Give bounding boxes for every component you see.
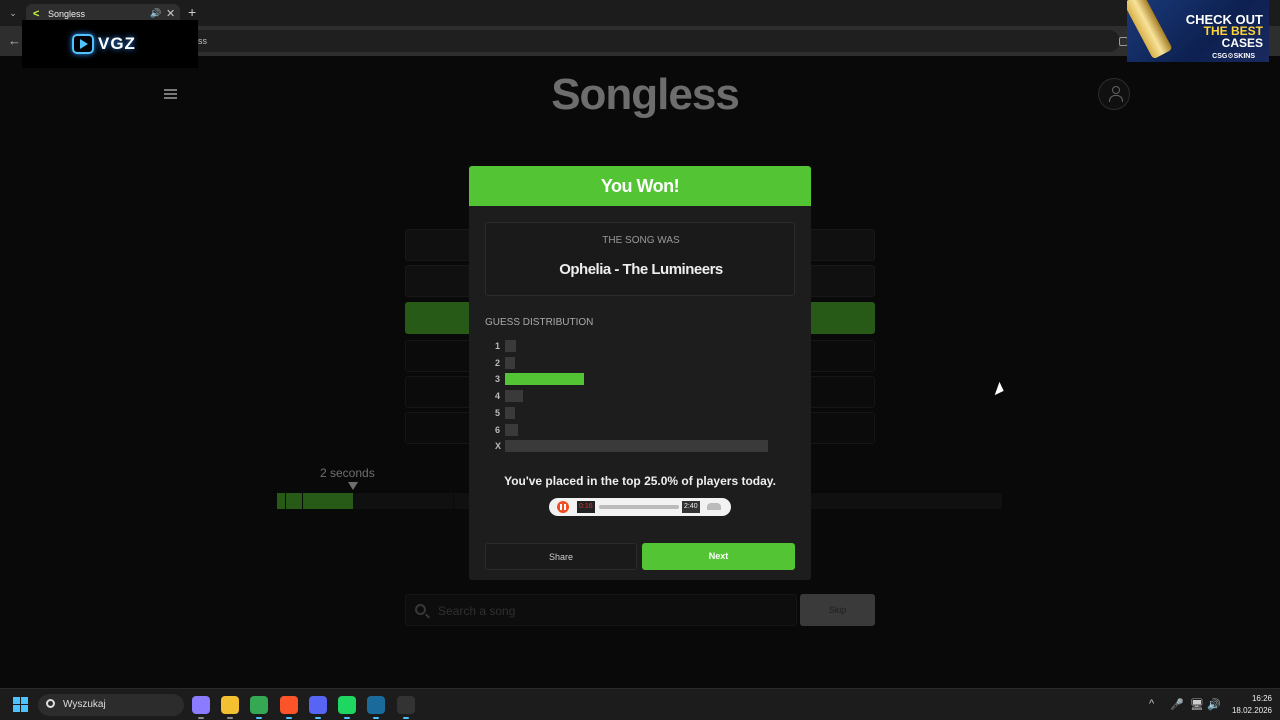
windows-taskbar: Wyszukaj ^ 🎤 🖥 🔊 16:26 18.02.2026 [0, 688, 1280, 720]
tab-title: Songless [48, 9, 86, 19]
rank-text: You've placed in the top 25.0% of player… [504, 474, 776, 488]
distribution-row-label: 6 [495, 424, 501, 435]
windows-start-icon[interactable] [13, 697, 29, 713]
distribution-row-label: 5 [495, 407, 501, 418]
songless-favicon-icon: < [33, 8, 40, 20]
player-current-time: 0:16 [577, 501, 595, 513]
distribution-row: 5 [485, 406, 785, 419]
ad-brand: CSG⚙SKINS [1212, 53, 1255, 60]
microphone-icon[interactable]: 🎤 [1170, 698, 1184, 711]
brave-icon[interactable] [280, 696, 298, 719]
ad-line-3: CASES [1221, 36, 1263, 50]
discord-icon[interactable] [309, 696, 327, 719]
distribution-label: GUESS DISTRIBUTION [485, 317, 594, 328]
screen: ⌄ < Songless 🔊 ✕ + ← ss Songless 2 secon… [0, 0, 1280, 720]
app-running-indicator [286, 717, 292, 719]
player-waveform[interactable] [599, 505, 679, 509]
distribution-bar [505, 356, 515, 369]
back-arrow-icon[interactable]: ← [8, 33, 21, 48]
distribution-row-label: 1 [495, 341, 501, 351]
app-running-indicator [403, 717, 409, 719]
vgz-logo: VGZ [72, 32, 138, 56]
tray-overflow-icon[interactable]: ^ [1149, 698, 1154, 710]
app-running-indicator [198, 717, 204, 719]
distribution-bar [505, 390, 524, 403]
vgz-overlay: VGZ [22, 20, 198, 68]
knife-icon [1127, 0, 1173, 60]
app-running-indicator [315, 717, 321, 719]
distribution-bar [505, 406, 515, 419]
search-icon [46, 699, 55, 708]
distribution-row-label: 2 [495, 357, 501, 368]
copilot-icon[interactable] [192, 696, 210, 719]
address-bar[interactable]: ss [170, 30, 1120, 52]
player-duration: 2:40 [682, 501, 700, 513]
result-modal: You Won! THE SONG WAS Ophelia - The Lumi… [469, 166, 811, 580]
distribution-row: 6 [485, 423, 785, 436]
steam-icon[interactable] [367, 696, 385, 719]
distribution-bar [505, 440, 768, 453]
volume-icon[interactable]: 🔊 [1207, 698, 1221, 711]
song-card: THE SONG WAS Ophelia - The Lumineers [485, 222, 795, 296]
new-tab-button[interactable]: + [188, 4, 196, 20]
app-running-indicator [256, 717, 262, 719]
distribution-row-label: 3 [495, 374, 501, 385]
distribution-row: 2 [485, 356, 785, 369]
soundcloud-logo-icon[interactable] [707, 503, 721, 510]
songless-page: Songless 2 seconds Skip You Won! THE SON… [0, 56, 1280, 688]
spotify-icon[interactable] [338, 696, 356, 719]
app-running-indicator [227, 717, 233, 719]
pause-icon[interactable] [557, 501, 569, 513]
distribution-row-label: 4 [495, 391, 501, 402]
distribution-row: X [485, 440, 785, 453]
explorer-icon[interactable] [221, 696, 239, 719]
song-label: THE SONG WAS [602, 235, 680, 246]
opera-gx-icon[interactable] [397, 696, 415, 719]
tab-search-icon[interactable]: ⌄ [6, 6, 20, 20]
taskbar-search-text: Wyszukaj [63, 699, 106, 710]
csgoskins-ad[interactable]: CHECK OUT THE BEST CASES CSG⚙SKINS [1127, 0, 1269, 62]
distribution-bar [505, 423, 519, 436]
app-running-indicator [373, 717, 379, 719]
modal-header: You Won! [469, 166, 811, 206]
address-bar-text: ss [198, 36, 207, 46]
clock-date[interactable]: 18.02.2026 [1222, 706, 1272, 715]
share-button[interactable]: Share [485, 543, 637, 570]
vgz-logo-text: VGZ [98, 34, 136, 53]
next-button[interactable]: Next [642, 543, 795, 570]
distribution-row-label: X [495, 441, 502, 452]
soundcloud-player[interactable]: 0:16 2:40 [549, 498, 731, 516]
clock-time[interactable]: 16:26 [1232, 694, 1272, 703]
network-icon[interactable]: 🖥 [1190, 698, 1204, 711]
distribution-row: 1 [485, 340, 785, 352]
chrome-icon[interactable] [250, 696, 268, 719]
distribution-row: 3 [485, 373, 785, 386]
play-icon [72, 34, 94, 54]
taskbar-search[interactable]: Wyszukaj [38, 694, 184, 716]
distribution-bar [505, 340, 516, 352]
distribution-bar [505, 373, 584, 386]
distribution-row: 4 [485, 390, 785, 403]
song-name: Ophelia - The Lumineers [559, 261, 723, 278]
close-icon[interactable]: ✕ [166, 7, 175, 20]
speaker-icon[interactable]: 🔊 [150, 8, 161, 19]
app-running-indicator [344, 717, 350, 719]
